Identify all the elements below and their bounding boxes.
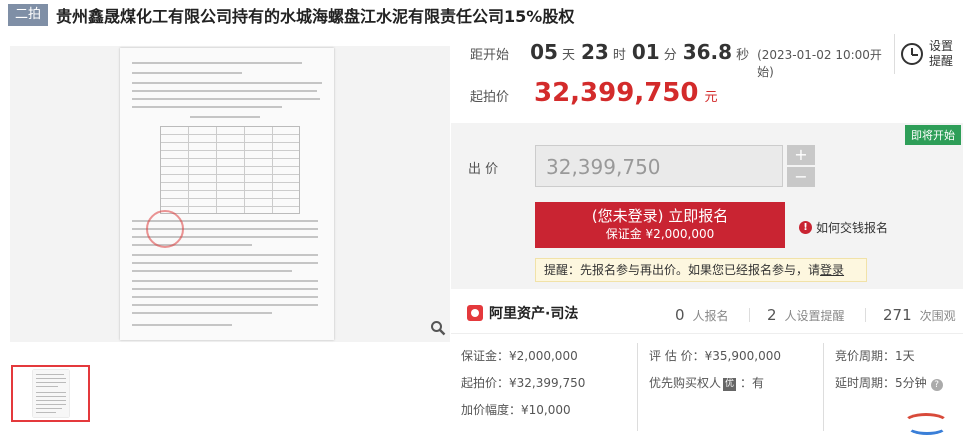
increase-bid-button[interactable]: +	[787, 145, 815, 165]
zoom-icon[interactable]	[428, 320, 448, 340]
starting-price-value: 32,399,750	[534, 78, 699, 108]
image-thumbnail-selected[interactable]	[11, 365, 90, 422]
starting-price-info: 起拍价：¥32,399,750	[461, 376, 586, 390]
bid-box: 即将开始 出 价 32,399,750 + − (您未登录) 立即报名 保证金 …	[451, 123, 963, 289]
set-reminder-label: 设置提醒	[929, 39, 954, 68]
login-tip: 提醒：先报名参与再出价。如果您已经报名参与，请登录	[535, 258, 867, 282]
red-seal-stamp	[146, 210, 184, 248]
extension-cycle-info: 延时周期：5分钟?	[835, 374, 943, 391]
page-title: 贵州鑫晟煤化工有限公司持有的水城海螺盘江水泥有限责任公司15%股权	[56, 7, 575, 26]
bid-label: 出 价	[468, 162, 499, 177]
countdown-hours: 23	[580, 40, 609, 64]
ali-assets-logo-icon	[467, 305, 483, 321]
view-count: 271 次围观	[883, 306, 956, 324]
title-bar: 二拍 贵州鑫晟煤化工有限公司持有的水城海螺盘江水泥有限责任公司15%股权	[0, 0, 963, 30]
auction-round-tag: 二拍	[8, 4, 49, 26]
brand-logo: 阿里资产·司法	[467, 303, 578, 323]
stats-row: 阿里资产·司法 0 人报名 2 人设置提醒 271 次围观	[451, 294, 963, 334]
starting-price-row: 起拍价 32,399,750 元	[470, 78, 718, 108]
priority-buyer-info: 优先购买权人优：有	[649, 376, 765, 391]
deposit-info: 保证金：¥2,000,000	[461, 349, 578, 363]
login-link[interactable]: 登录	[820, 263, 844, 277]
alarm-clock-icon	[901, 43, 923, 65]
bid-increment-info: 加价幅度：¥10,000	[461, 403, 571, 417]
bidding-cycle-info: 竞价周期：1天	[835, 349, 915, 363]
reminder-count: 2 人设置提醒	[767, 306, 845, 324]
countdown-minutes: 01	[631, 40, 660, 64]
status-badge: 即将开始	[905, 125, 961, 145]
document-scan-image	[120, 48, 334, 340]
watermark-logo	[899, 411, 957, 437]
main-image-viewer[interactable]	[10, 46, 450, 342]
start-time: (2023-01-02 10:00开始)	[757, 48, 882, 79]
auction-details: 保证金：¥2,000,000 起拍价：¥32,399,750 加价幅度：¥10,…	[451, 337, 963, 437]
countdown-seconds: 36.8	[682, 40, 733, 64]
appraisal-info: 评 估 价：¥35,900,000	[649, 349, 781, 363]
set-reminder-button[interactable]: 设置提醒	[894, 34, 960, 74]
help-question-icon[interactable]: ?	[930, 379, 943, 391]
priority-badge-icon: 优	[723, 378, 737, 391]
how-to-pay-link[interactable]: ! 如何交钱报名	[799, 219, 888, 236]
countdown-row: 距开始 05 天 23 时 01 分 36.8 秒 (2023-01-02 10…	[470, 40, 890, 79]
starting-price-label: 起拍价	[470, 90, 510, 105]
signup-count: 0 人报名	[675, 306, 729, 324]
register-bid-button[interactable]: (您未登录) 立即报名 保证金 ¥2,000,000	[535, 202, 785, 248]
countdown-days: 05	[530, 40, 558, 64]
info-icon: !	[799, 221, 812, 234]
bid-amount-input[interactable]: 32,399,750	[535, 145, 783, 187]
decrease-bid-button[interactable]: −	[787, 167, 815, 187]
countdown-label: 距开始	[470, 48, 510, 63]
